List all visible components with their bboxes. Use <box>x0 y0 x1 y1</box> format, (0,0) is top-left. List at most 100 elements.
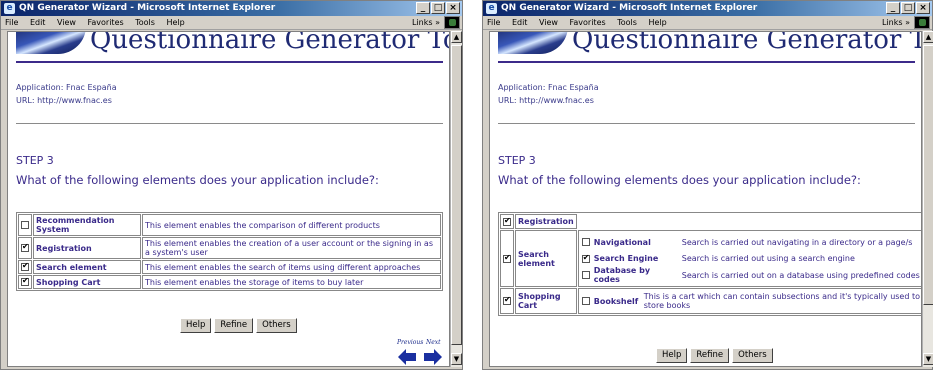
vertical-scrollbar[interactable]: ▲ ▼ <box>450 31 462 367</box>
url-line: URL: http://www.fnac.es <box>16 96 112 105</box>
sub-row: Database by codes Search is carried out … <box>580 265 921 285</box>
row-checkbox-cart[interactable] <box>21 276 29 286</box>
vertical-scrollbar[interactable]: ▲ ▼ <box>922 31 933 367</box>
scroll-down-icon[interactable]: ▼ <box>451 353 462 365</box>
others-button[interactable]: Others <box>256 318 297 333</box>
refine-button[interactable]: Refine <box>214 318 254 333</box>
section-divider <box>16 123 443 124</box>
window-title: QN Generator Wizard - Microsoft Internet… <box>19 3 276 13</box>
row-name: Shopping Cart <box>515 288 577 314</box>
scroll-down-icon[interactable]: ▼ <box>923 353 933 365</box>
row-name: Registration <box>33 237 141 259</box>
cart-options-table: Bookshelf This is a cart which can conta… <box>580 291 921 311</box>
application-line: Application: Fnac España <box>16 83 117 92</box>
menu-help[interactable]: Help <box>648 18 666 27</box>
minimize-button[interactable]: _ <box>416 2 430 14</box>
close-button[interactable]: × <box>446 2 460 14</box>
option-name: Navigational <box>593 237 651 247</box>
links-toolbar[interactable]: Links » <box>882 16 910 30</box>
menu-file[interactable]: File <box>5 18 18 27</box>
windows-logo-icon <box>914 16 930 29</box>
menu-bar: File Edit View Favorites Tools Help Link… <box>483 16 932 30</box>
menu-edit[interactable]: Edit <box>30 18 46 27</box>
browser-window-left: e QN Generator Wizard - Microsoft Intern… <box>0 0 463 370</box>
next-arrow-icon[interactable] <box>424 349 442 365</box>
step-label: STEP 3 <box>498 154 536 167</box>
elements-table: Recommendation System This element enabl… <box>16 212 443 291</box>
menu-file[interactable]: File <box>487 18 500 27</box>
ie-icon: e <box>4 3 15 14</box>
row-checkbox-search[interactable] <box>503 253 511 263</box>
minimize-button[interactable]: _ <box>886 2 900 14</box>
option-checkbox-navigational[interactable] <box>581 238 590 246</box>
maximize-button[interactable]: □ <box>901 2 915 14</box>
table-row: Registration <box>500 214 921 229</box>
section-divider <box>498 123 915 124</box>
row-name: Recommendation System <box>33 214 141 236</box>
table-row: Registration This element enables the cr… <box>18 237 441 259</box>
scroll-thumb[interactable] <box>923 45 933 305</box>
menu-view[interactable]: View <box>539 18 558 27</box>
menu-favorites[interactable]: Favorites <box>88 18 124 27</box>
maximize-button[interactable]: □ <box>431 2 445 14</box>
row-checkbox-search[interactable] <box>21 261 29 271</box>
links-toolbar[interactable]: Links » <box>412 16 440 30</box>
previous-label: Previous <box>397 339 424 346</box>
option-checkbox-database[interactable] <box>581 271 590 279</box>
title-bar: e QN Generator Wizard - Microsoft Intern… <box>483 1 932 16</box>
row-checkbox-registration[interactable] <box>503 216 511 226</box>
close-button[interactable]: × <box>916 2 930 14</box>
nav-arrows <box>398 349 442 365</box>
page-content: Questionnaire Generator Tool Application… <box>489 31 922 367</box>
row-name: Shopping Cart <box>33 275 141 289</box>
menu-view[interactable]: View <box>57 18 76 27</box>
title-divider <box>498 61 915 63</box>
option-desc: Search is carried out using a search eng… <box>681 254 855 263</box>
page-content: Questionnaire Generator Tool Application… <box>7 31 450 367</box>
option-desc: Search is carried out navigating in a di… <box>681 237 913 247</box>
help-button[interactable]: Help <box>180 318 212 333</box>
page-title: Questionnaire Generator Tool <box>572 31 921 55</box>
next-label: Next <box>426 339 441 346</box>
table-row: Search element Navigational Search is ca… <box>500 230 921 287</box>
row-name: Search element <box>515 230 577 287</box>
option-name: Bookshelf <box>593 296 639 306</box>
window-title: QN Generator Wizard - Microsoft Internet… <box>501 3 758 13</box>
scroll-up-icon[interactable]: ▲ <box>451 31 462 43</box>
sub-row: Bookshelf This is a cart which can conta… <box>580 291 921 311</box>
refine-button[interactable]: Refine <box>690 348 730 363</box>
menu-favorites[interactable]: Favorites <box>570 18 606 27</box>
question-text: What of the following elements does your… <box>498 173 861 187</box>
menu-help[interactable]: Help <box>166 18 184 27</box>
row-checkbox-cart[interactable] <box>503 295 511 305</box>
banner-logo <box>498 32 568 54</box>
row-name: Search element <box>33 260 141 274</box>
option-name: Search Engine <box>593 254 659 263</box>
others-button[interactable]: Others <box>732 348 773 363</box>
step-label: STEP 3 <box>16 154 54 167</box>
url-line: URL: http://www.fnac.es <box>498 96 594 105</box>
search-options-table: Navigational Search is carried out navig… <box>580 232 921 285</box>
option-checkbox-search-engine[interactable] <box>581 253 590 263</box>
menu-bar: File Edit View Favorites Tools Help Link… <box>1 16 462 30</box>
menu-edit[interactable]: Edit <box>512 18 528 27</box>
application-line: Application: Fnac España <box>498 83 599 92</box>
table-row: Shopping Cart This element enables the s… <box>18 275 441 289</box>
option-desc: Search is carried out on a database usin… <box>681 270 920 280</box>
option-checkbox-bookshelf[interactable] <box>581 297 590 305</box>
question-text: What of the following elements does your… <box>16 173 379 187</box>
menu-tools[interactable]: Tools <box>135 18 155 27</box>
table-row: Shopping Cart Bookshelf This is a cart w… <box>500 288 921 314</box>
table-row: Recommendation System This element enabl… <box>18 214 441 236</box>
scroll-up-icon[interactable]: ▲ <box>923 31 933 43</box>
option-desc: This is a cart which can contain subsect… <box>643 292 920 310</box>
row-checkbox-registration[interactable] <box>21 242 29 252</box>
elements-table: Registration Search element Navigational… <box>498 212 921 316</box>
table-row: Search element This element enables the … <box>18 260 441 274</box>
row-checkbox-recommendation[interactable] <box>21 221 29 229</box>
scroll-thumb[interactable] <box>451 45 462 345</box>
previous-arrow-icon[interactable] <box>398 349 416 365</box>
option-name: Database by codes <box>593 266 651 284</box>
menu-tools[interactable]: Tools <box>617 18 637 27</box>
help-button[interactable]: Help <box>656 348 688 363</box>
